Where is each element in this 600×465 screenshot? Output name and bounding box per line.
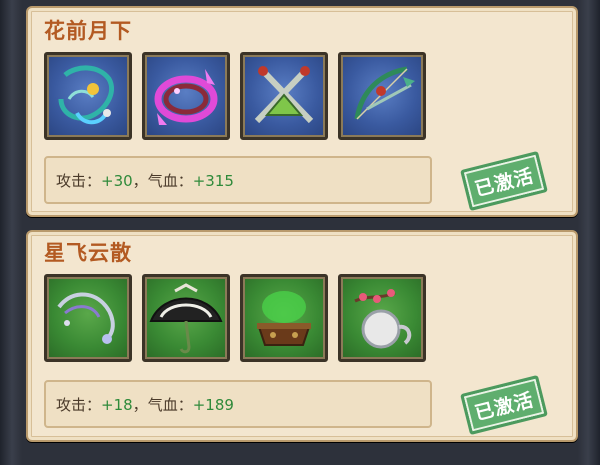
item-slot-crossed-swords[interactable] (240, 52, 328, 140)
stats-separator: ， (132, 172, 148, 190)
item-slot-blossom-orb[interactable] (338, 274, 426, 362)
activated-stamp: 已激活 (460, 374, 548, 436)
set-title: 花前月下 (44, 19, 132, 43)
set-bonus-box: 攻击：+30，气血：+315 (44, 156, 432, 204)
item-slot-cauldron[interactable] (240, 274, 328, 362)
cauldron-icon (257, 291, 311, 346)
item-slot-purple-ring-blade[interactable] (142, 52, 230, 140)
hp-label: 气血： (147, 172, 193, 190)
activated-stamp: 已激活 (460, 150, 548, 212)
attack-label: 攻击： (56, 396, 102, 414)
stats-separator: ， (132, 396, 148, 414)
set-title: 星飞云散 (44, 241, 132, 265)
item-slot-umbrella[interactable] (142, 274, 230, 362)
set-bonus-box: 攻击：+18，气血：+189 (44, 380, 432, 428)
hp-value: +189 (192, 396, 234, 414)
set-card-2: 星飞云散 攻击：+18，气血：+189 已激活 (26, 230, 578, 442)
blossom-orb-icon (354, 289, 412, 349)
crossed-swords-icon (254, 66, 314, 124)
item-slot-jade-pendant[interactable] (44, 52, 132, 140)
hp-label: 气血： (147, 396, 193, 414)
umbrella-icon (149, 283, 223, 354)
jade-pendant-icon (58, 65, 114, 125)
hp-value: +315 (192, 172, 234, 190)
attack-value: +30 (101, 172, 133, 190)
attack-label: 攻击： (56, 172, 102, 190)
purple-ring-blade-icon (154, 69, 218, 125)
attack-value: +18 (101, 396, 133, 414)
silver-whip-icon (57, 292, 115, 344)
set-bonus-stats: 攻击：+30，气血：+315 (56, 170, 234, 191)
set-card-1: 花前月下 攻击：+30，气血：+315 已激活 (26, 6, 578, 217)
bow-icon (354, 66, 415, 120)
set-bonus-stats: 攻击：+18，气血：+189 (56, 394, 234, 415)
item-slot-bow[interactable] (338, 52, 426, 140)
item-slot-silver-whip[interactable] (44, 274, 132, 362)
